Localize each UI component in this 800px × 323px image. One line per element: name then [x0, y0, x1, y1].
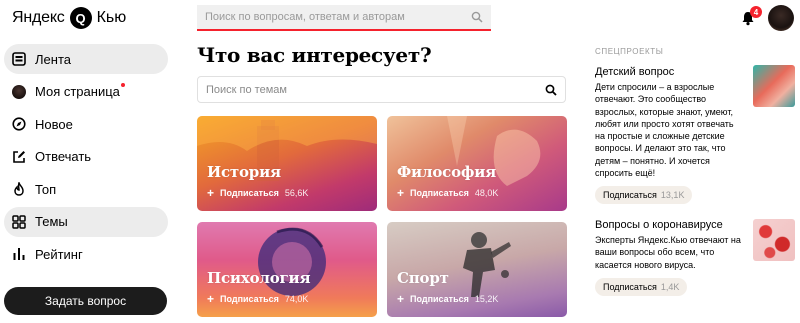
follow-button[interactable]: Подписаться 1,4K: [595, 277, 688, 296]
special-title[interactable]: Детский вопрос: [595, 66, 745, 78]
search-icon[interactable]: [545, 84, 557, 96]
follow-button[interactable]: Подписаться 13,1K: [595, 186, 693, 205]
grid-icon: [11, 214, 27, 230]
follow-label: Подписаться: [603, 190, 657, 201]
feed-icon: [11, 51, 27, 67]
search-icon[interactable]: [471, 11, 483, 23]
global-search[interactable]: [197, 5, 491, 31]
special-image-coronavirus[interactable]: [753, 219, 795, 261]
special-image-kids[interactable]: [753, 65, 795, 107]
sidebar-item-label: Моя страница: [35, 83, 125, 99]
global-search-input[interactable]: [205, 11, 455, 23]
special-description: Дети спросили – а взрослые отвечают. Это…: [595, 82, 734, 179]
user-avatar-icon: [11, 84, 27, 100]
plus-icon: +: [397, 185, 405, 200]
sidebar-nav: Лента Моя страница Новое Отвечать Топ Те…: [4, 44, 168, 272]
ask-question-button[interactable]: Задать вопрос: [4, 287, 167, 315]
logo[interactable]: Яндекс Q Кью: [12, 6, 126, 30]
sidebar-item-label: Топ: [35, 181, 57, 197]
sidebar-item-top[interactable]: Топ: [4, 174, 168, 204]
topic-card-title: Спорт: [397, 269, 449, 287]
logo-q-icon: Q: [69, 7, 92, 29]
sidebar-item-feed[interactable]: Лента: [4, 44, 168, 74]
follower-count: 13,1K: [660, 190, 685, 201]
follower-count: 1,4K: [660, 281, 680, 292]
sidebar-item-new[interactable]: Новое: [4, 109, 168, 139]
special-project-coronavirus[interactable]: Вопросы о коронавирусе Эксперты Яндекс.К…: [595, 219, 745, 296]
plus-icon: +: [207, 291, 215, 306]
specials-heading: СПЕЦПРОЕКТЫ: [595, 47, 664, 56]
topic-search[interactable]: [197, 76, 566, 103]
special-title[interactable]: Вопросы о коронавирусе: [595, 219, 745, 231]
plus-icon: +: [397, 291, 405, 306]
avatar[interactable]: [768, 5, 794, 31]
sidebar-item-answer[interactable]: Отвечать: [4, 142, 168, 172]
sidebar-item-label: Рейтинг: [35, 246, 83, 262]
follow-label: Подписаться: [410, 294, 469, 304]
topic-card-title: Психология: [207, 269, 311, 287]
topic-card-sport[interactable]: Спорт + Подписаться 15,2K: [387, 222, 567, 317]
follow-topic-button[interactable]: + Подписаться 48,0K: [397, 185, 499, 200]
plus-icon: +: [207, 185, 215, 200]
follower-count: 48,0K: [474, 188, 499, 198]
logo-kyu-text: Кью: [96, 9, 127, 26]
logo-yandex-text: Яндекс: [12, 9, 65, 26]
fire-icon: [11, 181, 27, 197]
sidebar-item-rating[interactable]: Рейтинг: [4, 239, 168, 269]
follower-count: 74,0K: [284, 294, 309, 304]
follower-count: 56,6K: [284, 188, 309, 198]
topic-card-title: Философия: [397, 163, 497, 181]
follow-topic-button[interactable]: + Подписаться 74,0K: [207, 291, 309, 306]
sidebar-item-my-page[interactable]: Моя страница: [4, 77, 168, 107]
follow-label: Подписаться: [220, 294, 279, 304]
topic-card-philosophy[interactable]: Философия + Подписаться 48,0K: [387, 116, 567, 211]
follow-label: Подписаться: [410, 188, 469, 198]
sidebar-item-label: Отвечать: [35, 149, 92, 164]
sidebar-item-label: Темы: [35, 214, 68, 229]
sidebar-item-topics[interactable]: Темы: [4, 206, 168, 237]
sidebar-item-label: Лента: [35, 51, 71, 67]
topic-card-history[interactable]: История + Подписаться 56,6K: [197, 116, 377, 211]
topic-search-input[interactable]: [206, 83, 506, 96]
topic-card-title: История: [207, 163, 281, 181]
follow-label: Подписаться: [220, 188, 279, 198]
follower-count: 15,2K: [474, 294, 499, 304]
follow-topic-button[interactable]: + Подписаться 56,6K: [207, 185, 309, 200]
edit-icon: [11, 149, 27, 165]
special-description: Эксперты Яндекс.Кью отвечают на ваши воп…: [595, 235, 741, 270]
follow-topic-button[interactable]: + Подписаться 15,2K: [397, 291, 499, 306]
compass-icon: [11, 116, 27, 132]
topic-card-psychology[interactable]: Психология + Подписаться 74,0K: [197, 222, 377, 317]
sidebar-item-label: Новое: [35, 116, 73, 132]
follow-label: Подписаться: [603, 281, 657, 292]
rating-icon: [11, 246, 27, 262]
special-project-kids[interactable]: Детский вопрос Дети спросили – а взрослы…: [595, 66, 745, 205]
notification-badge: 4: [750, 6, 762, 18]
page-title: Что вас интересует?: [197, 43, 432, 67]
unread-dot: [120, 83, 125, 87]
